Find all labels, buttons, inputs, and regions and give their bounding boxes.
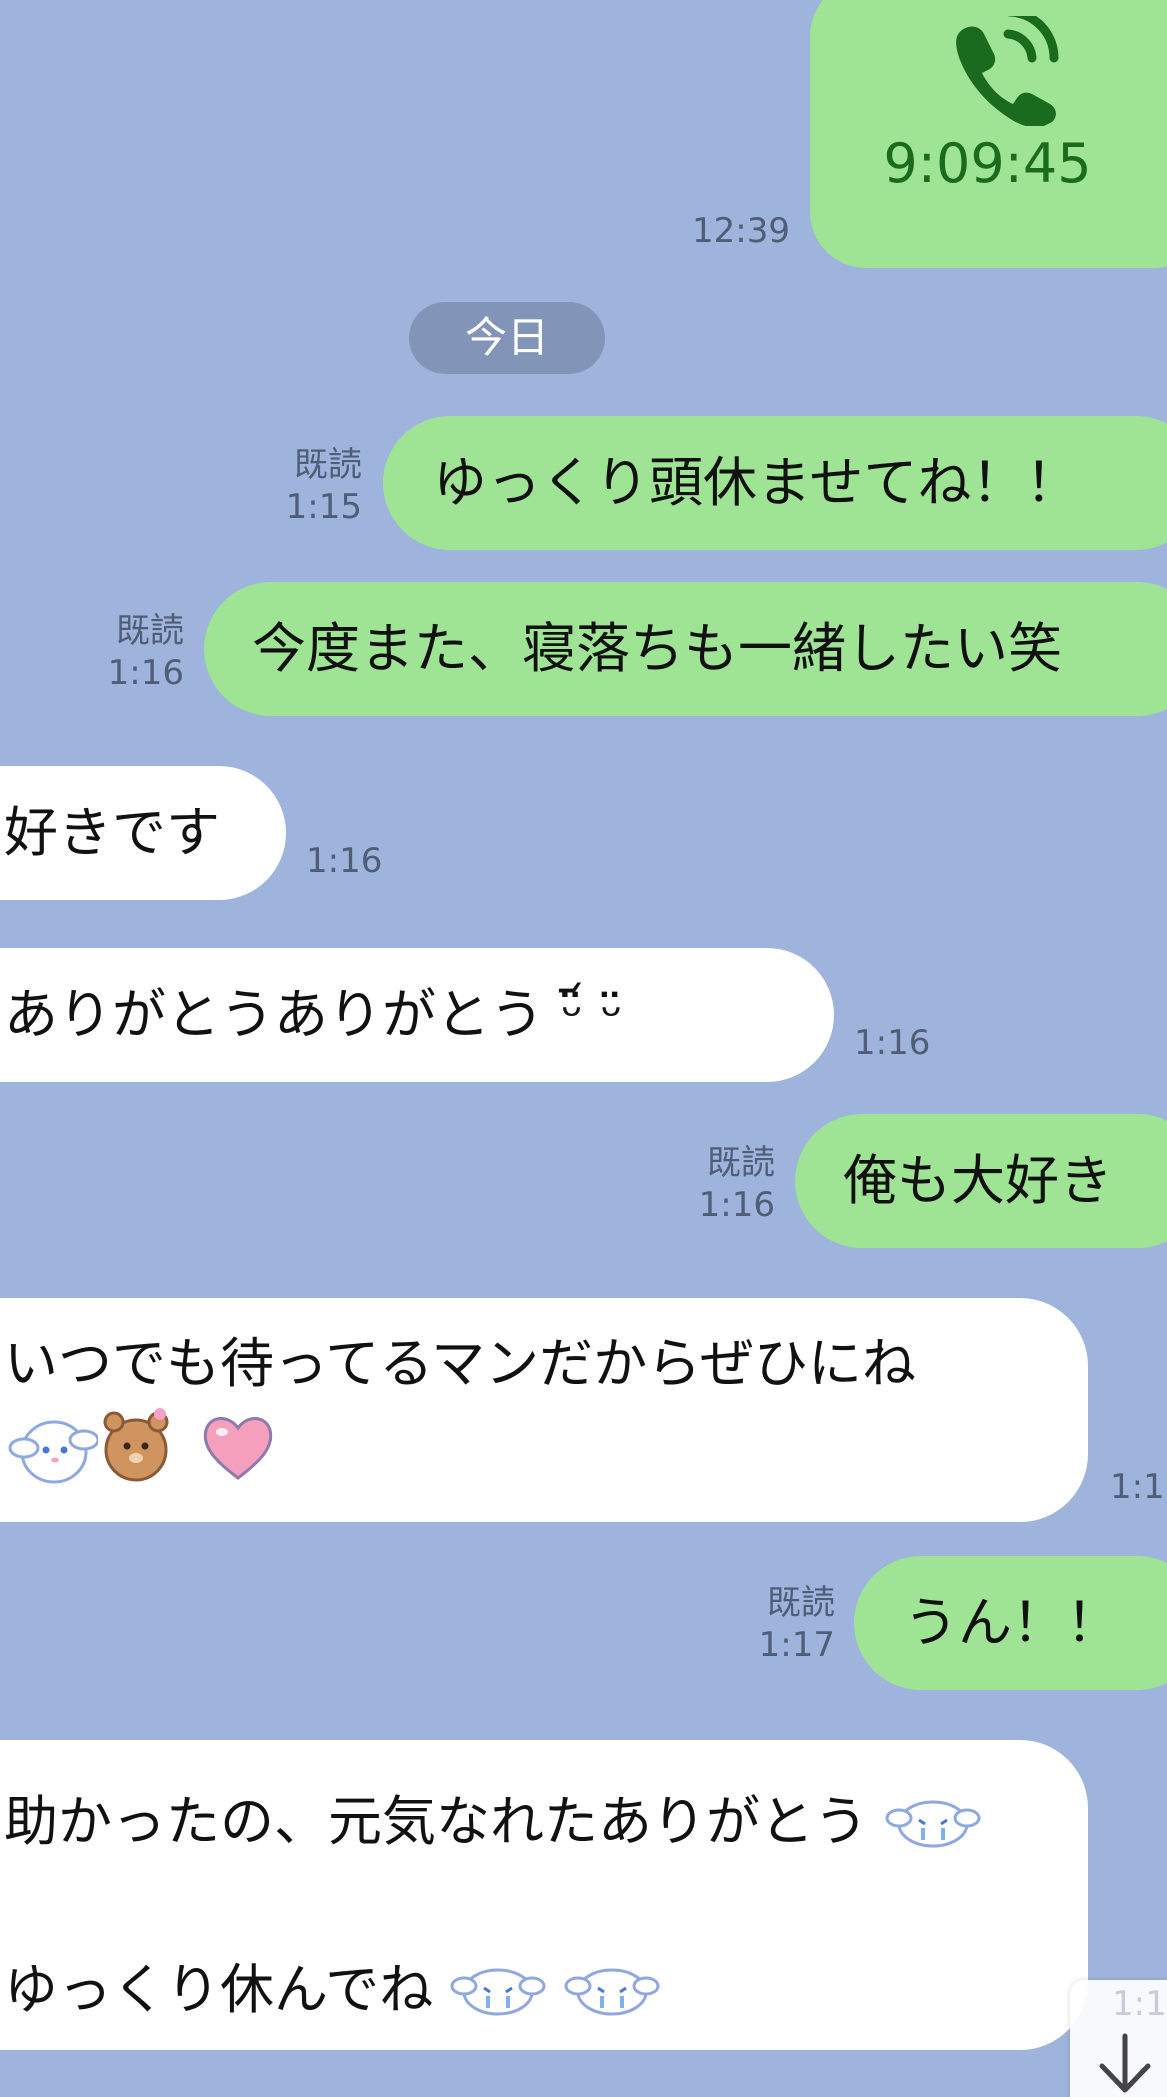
message-text: 俺も大好き — [843, 1149, 1113, 1212]
message-time: 1:16 — [854, 1023, 931, 1063]
message-text-line: ゆっくり休んでね — [4, 1948, 1088, 2032]
read-receipt: 既読 — [116, 611, 184, 651]
message-text-line: 助かったの、元気なれたありがとう — [4, 1780, 1088, 1864]
brown-bear-emoji-icon — [103, 1408, 169, 1482]
message-time: 1:15 — [285, 487, 362, 527]
message-bubble[interactable]: 好きです — [0, 766, 286, 900]
message-meta: 1:1 — [1110, 1466, 1167, 1508]
read-receipt: 既読 — [767, 1583, 835, 1623]
message-bubble[interactable]: ありがとうありがとう ᵕ̈᷄ ᵕ̈ — [0, 948, 834, 1082]
chat-area: 9:09:45 12:39 今日 既読 1:15 ゆっくり頭休ませてね！！ 既読… — [0, 0, 1167, 2097]
arrow-down-icon — [1099, 2033, 1151, 2093]
message-text: ありがとうありがとう ᵕ̈᷄ ᵕ̈ — [4, 983, 623, 1046]
message-bubble[interactable]: 今度また、寝落ちも一緒したい笑 — [204, 582, 1167, 716]
message-text: 今度また、寝落ちも一緒したい笑 — [252, 617, 1062, 680]
message-meta: 1:16 — [306, 840, 406, 882]
message-meta: 1:16 — [854, 1022, 954, 1064]
message-time: 1:16 — [698, 1185, 775, 1225]
crying-puppy-emoji-icon — [885, 1800, 981, 1848]
crying-puppy-emoji-icon — [564, 1968, 660, 2016]
white-puppy-emoji-icon — [8, 1420, 98, 1484]
message-meta: 既読 1:16 — [92, 610, 184, 694]
scroll-to-bottom-button[interactable]: 1:1 — [1070, 1980, 1167, 2097]
call-bubble[interactable]: 9:09:45 — [810, 0, 1167, 268]
message-time: 1:17 — [758, 1625, 835, 1665]
message-text: いつでも待ってるマンだからぜひにね — [4, 1332, 917, 1395]
message-time: 1:16 — [306, 841, 383, 881]
crying-puppy-emoji-icon — [450, 1968, 546, 2016]
message-text: 好きです — [4, 801, 220, 864]
date-separator: 今日 — [409, 302, 605, 374]
message-meta: 既読 1:17 — [743, 1582, 835, 1666]
message-meta: 12:39 — [680, 210, 790, 252]
message-text: ゆっくり頭休ませてね！！ — [433, 451, 1080, 514]
message-meta: 既読 1:16 — [683, 1142, 775, 1226]
phone-call-icon — [956, 16, 1059, 126]
message-time: 1:16 — [107, 653, 184, 693]
call-duration: 9:09:45 — [883, 132, 1092, 195]
message-bubble[interactable]: 助かったの、元気なれたありがとう ゆっくり休んでね — [0, 1740, 1088, 2050]
read-receipt: 既読 — [294, 445, 362, 485]
faint-time: 1:1 — [1112, 1984, 1167, 2024]
pink-heart-emoji-icon — [203, 1417, 273, 1480]
message-time: 12:39 — [692, 211, 790, 251]
message-meta: 既読 1:15 — [270, 444, 362, 528]
message-bubble[interactable]: 俺も大好き — [795, 1114, 1167, 1248]
message-bubble[interactable]: ゆっくり頭休ませてね！！ — [383, 416, 1167, 550]
message-text: うん！！ — [904, 1591, 1120, 1654]
message-bubble[interactable]: うん！！ — [854, 1556, 1167, 1690]
read-receipt: 既読 — [707, 1143, 775, 1183]
message-time: 1:1 — [1110, 1467, 1165, 1507]
